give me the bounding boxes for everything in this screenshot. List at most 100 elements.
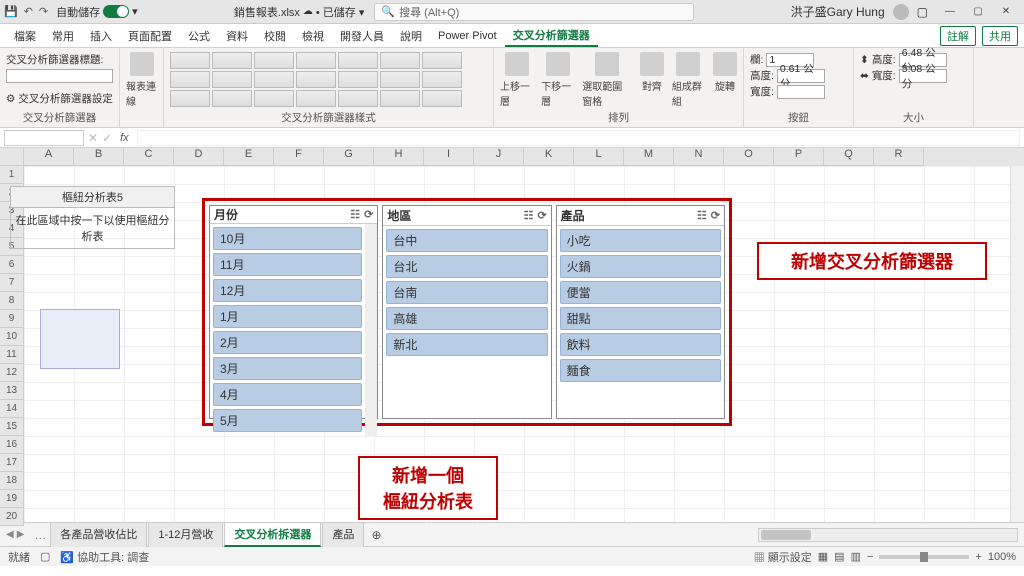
selection-pane-button[interactable]: 選取範圍窗格 (582, 52, 632, 108)
menu-tab-7[interactable]: 檢視 (294, 24, 332, 47)
undo-icon[interactable]: ↶ (24, 5, 33, 18)
group-label-styles: 交叉分析篩選器樣式 (170, 108, 487, 125)
report-connections-button[interactable]: 報表連線 (126, 52, 157, 108)
view-layout-icon[interactable]: ▤ (834, 550, 844, 563)
zoom-out-button[interactable]: − (867, 551, 873, 563)
comments-button[interactable]: 註解 (940, 26, 976, 46)
slicer-item[interactable]: 台北 (386, 255, 547, 278)
zoom-in-button[interactable]: + (975, 551, 981, 563)
new-sheet-button[interactable]: ⊕ (365, 528, 387, 542)
slicer-item[interactable]: 2月 (213, 331, 362, 354)
clear-filter-icon[interactable]: ⟳ (364, 208, 373, 221)
menu-tab-4[interactable]: 公式 (180, 24, 218, 47)
slicer-2[interactable]: 產品☷⟳小吃火鍋便當甜點飲料麵食 (556, 205, 725, 419)
bring-forward-button[interactable]: 上移一層 (500, 52, 533, 108)
qat-more-icon[interactable]: ▾ (132, 5, 138, 18)
slicer-settings-button[interactable]: ⚙交叉分析篩選器設定 (6, 91, 113, 106)
name-box[interactable] (4, 130, 84, 146)
slicer-item[interactable]: 甜點 (560, 307, 721, 330)
window-controls: — ▢ ✕ (936, 6, 1020, 17)
multi-select-icon[interactable]: ☷ (350, 208, 360, 221)
fx-icon[interactable]: fx (116, 132, 133, 144)
slicer-item[interactable]: 台中 (386, 229, 547, 252)
column-headers[interactable]: ABCDEFGHIJKLMNOPQR (24, 148, 1024, 166)
slicer-item[interactable]: 麵食 (560, 359, 721, 382)
view-normal-icon[interactable]: ▦ (818, 550, 828, 563)
formula-input[interactable] (137, 130, 1020, 146)
slicers-selection[interactable]: 月份☷⟳10月11月12月1月2月3月4月5月地區☷⟳台中台北台南高雄新北產品☷… (202, 198, 732, 426)
view-pagebreak-icon[interactable]: ▥ (851, 550, 861, 563)
slicer-styles-gallery[interactable] (170, 52, 462, 108)
sheet-tab-3[interactable]: 產品 (322, 522, 364, 547)
menu-tab-6[interactable]: 校閱 (256, 24, 294, 47)
slicer-item[interactable]: 高雄 (386, 307, 547, 330)
user-name[interactable]: 洪子盛Gary Hung (791, 3, 885, 20)
vertical-scrollbar[interactable] (1010, 166, 1024, 522)
share-button[interactable]: 共用 (982, 26, 1018, 46)
sheet-nav[interactable]: ◀▶ (6, 529, 30, 540)
menu-tab-8[interactable]: 開發人員 (332, 24, 392, 47)
multi-select-icon[interactable]: ☷ (697, 209, 707, 222)
sheet-tab-2[interactable]: 交叉分析拆選器 (224, 522, 321, 547)
menu-tab-11[interactable]: 交叉分析篩選器 (505, 24, 598, 47)
multi-select-icon[interactable]: ☷ (524, 209, 534, 222)
slicer-item[interactable]: 5月 (213, 409, 362, 432)
zoom-slider[interactable] (879, 555, 969, 559)
display-settings[interactable]: ▦ 顯示設定 (754, 549, 812, 565)
slicer-item[interactable]: 台南 (386, 281, 547, 304)
slicer-item[interactable]: 小吃 (560, 229, 721, 252)
toggle-switch-on[interactable] (103, 5, 129, 18)
sheet-tab-1[interactable]: 1-12月營收 (148, 522, 223, 547)
minimize-button[interactable]: — (936, 6, 964, 17)
slicer-item[interactable]: 3月 (213, 357, 362, 380)
cancel-icon[interactable]: ✕ (88, 131, 98, 145)
zoom-level[interactable]: 100% (988, 551, 1016, 563)
size-width-input[interactable]: ⬌寬度:5.08 公分 (860, 68, 947, 83)
align-button[interactable]: 對齊 (640, 52, 664, 93)
slicer-scrollbar[interactable] (365, 224, 377, 436)
slicer-item[interactable]: 1月 (213, 305, 362, 328)
save-icon[interactable]: 💾 (4, 5, 18, 18)
search-box[interactable]: 🔍 搜尋 (Alt+Q) (374, 3, 694, 21)
accessibility-status[interactable]: ♿ 協助工具: 調查 (60, 549, 149, 565)
menu-tab-5[interactable]: 資料 (218, 24, 256, 47)
rotate-button[interactable]: 旋轉 (713, 52, 737, 93)
button-width-input[interactable]: 寬度: (750, 84, 825, 99)
sheet-tab-0[interactable]: 各產品營收佔比 (50, 522, 147, 547)
slicer-0[interactable]: 月份☷⟳10月11月12月1月2月3月4月5月 (209, 205, 378, 419)
redo-icon[interactable]: ↷ (39, 5, 48, 18)
slicer-item[interactable]: 11月 (213, 253, 362, 276)
slicer-title: 地區 (387, 207, 411, 224)
menu-tab-0[interactable]: 檔案 (6, 24, 44, 47)
slicer-item[interactable]: 火鍋 (560, 255, 721, 278)
menu-tab-2[interactable]: 插入 (82, 24, 120, 47)
enter-icon[interactable]: ✓ (102, 131, 112, 145)
button-height-input[interactable]: 高度:0.61 公分 (750, 68, 825, 83)
close-button[interactable]: ✕ (992, 6, 1020, 17)
group-button[interactable]: 組成群組 (672, 52, 705, 108)
file-name[interactable]: 銷售報表.xlsx ☁ • 已儲存 ▾ (234, 4, 365, 20)
slicer-item[interactable]: 4月 (213, 383, 362, 406)
send-backward-button[interactable]: 下移一層 (541, 52, 574, 108)
ribbon-display-icon[interactable]: ▢ (917, 5, 928, 19)
slicer-item[interactable]: 新北 (386, 333, 547, 356)
select-all-corner[interactable] (0, 148, 24, 166)
slicer-caption-input[interactable] (6, 69, 113, 83)
maximize-button[interactable]: ▢ (964, 6, 992, 17)
slicer-item[interactable]: 12月 (213, 279, 362, 302)
menu-tab-10[interactable]: Power Pivot (430, 24, 505, 47)
menu-tab-9[interactable]: 說明 (392, 24, 430, 47)
slicer-1[interactable]: 地區 ☷⟳ 台中台北台南高雄新北 (382, 205, 551, 419)
macro-record-icon[interactable]: ▢ (40, 550, 50, 563)
slicer-item[interactable]: 便當 (560, 281, 721, 304)
clear-filter-icon[interactable]: ⟳ (711, 209, 720, 222)
autosave-toggle[interactable]: 自動儲存 ▾ (56, 4, 138, 20)
avatar[interactable] (893, 4, 909, 20)
slicer-item[interactable]: 飲料 (560, 333, 721, 356)
clear-filter-icon[interactable]: ⟳ (537, 209, 546, 222)
slicer-item[interactable]: 10月 (213, 227, 362, 250)
horizontal-scrollbar[interactable] (758, 528, 1018, 542)
pivot-placeholder[interactable]: 樞紐分析表5 在此區域中按一下以使用樞紐分析表 (10, 186, 175, 369)
menu-tab-3[interactable]: 頁面配置 (120, 24, 180, 47)
menu-tab-1[interactable]: 常用 (44, 24, 82, 47)
